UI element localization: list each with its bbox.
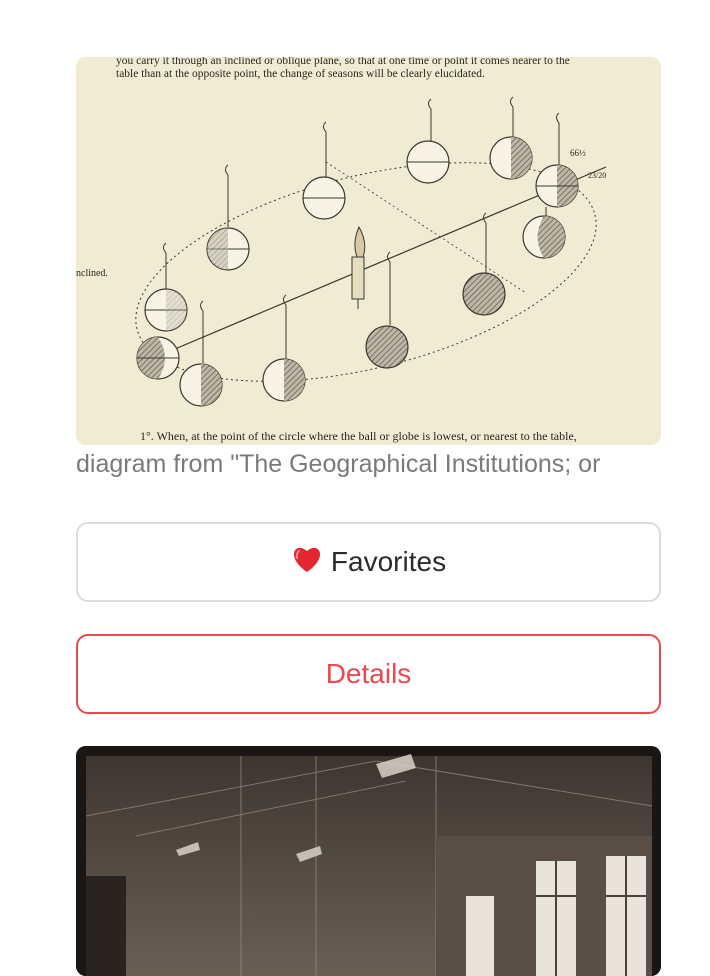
scan-text-side: nclined.: [76, 268, 108, 279]
diagram-image[interactable]: you carry it through an inclined or obli…: [76, 57, 661, 445]
details-button[interactable]: Details: [76, 634, 661, 714]
scan-text-bottom: 1°. When, at the point of the circle whe…: [140, 429, 577, 443]
label-66: 66½: [570, 148, 586, 158]
favorites-label: Favorites: [330, 546, 447, 577]
image-caption: diagram from "The Geographical Instituti…: [76, 450, 601, 478]
details-label: Details: [325, 658, 412, 689]
favorites-button[interactable]: Favorites: [76, 522, 661, 602]
scan-text-top-1: you carry it through an inclined or obli…: [116, 57, 570, 67]
scan-text-top-2: table than at the opposite point, the ch…: [116, 68, 485, 80]
heart-icon: [291, 544, 323, 581]
label-2320: 23/20: [588, 171, 606, 180]
warehouse-photo[interactable]: [76, 746, 661, 976]
